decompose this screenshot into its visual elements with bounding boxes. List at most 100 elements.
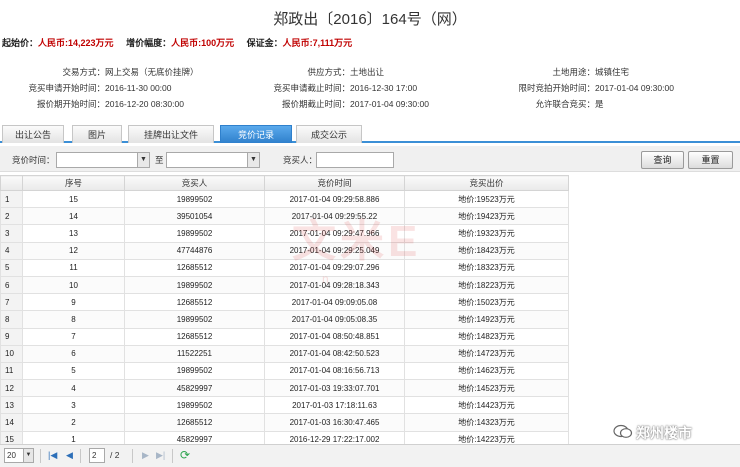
quote-start-value: 2016-12-20 08:30:00 bbox=[105, 99, 184, 109]
table-row: 7 9 12685512 2017-01-04 09:09:05.08 地价:15023… bbox=[0, 293, 569, 312]
trade-mode-label: 交易方式： bbox=[62, 67, 105, 77]
bid-time-cell: 2017-01-04 09:09:05.08 bbox=[264, 293, 405, 312]
bid-time-cell: 2017-01-04 09:28:18.343 bbox=[264, 275, 405, 295]
bid-time-end-select[interactable]: ▼ bbox=[166, 152, 260, 168]
seq-cell: 9 bbox=[22, 293, 125, 312]
land-use-value: 城镇住宅 bbox=[595, 67, 630, 77]
tab-announcement[interactable]: 出让公告 bbox=[2, 125, 64, 143]
bid-time-cell: 2017-01-03 16:30:47.465 bbox=[264, 413, 405, 432]
last-page-icon[interactable]: ▶| bbox=[156, 450, 165, 461]
bid-time-cell: 2017-01-04 09:29:58.886 bbox=[264, 189, 405, 209]
joint-bid-label: 允许联合竞买： bbox=[535, 99, 595, 109]
tab-bar: 出让公告 图片 挂牌出让文件 竞价记录 成交公示 bbox=[0, 124, 740, 143]
bid-price-cell: 地价:19323万元 bbox=[404, 224, 569, 243]
seq-cell: 14 bbox=[22, 207, 125, 226]
joint-bid-value: 是 bbox=[595, 99, 604, 109]
reset-button[interactable]: 重置 bbox=[688, 151, 733, 169]
table-row: 2 14 39501054 2017-01-04 09:29:55.22 地价:1942… bbox=[0, 207, 569, 226]
query-button[interactable]: 查询 bbox=[641, 151, 684, 169]
bidder-cell: 45829997 bbox=[124, 379, 265, 398]
first-page-icon[interactable]: |◀ bbox=[48, 450, 57, 461]
price-summary: 起始价：人民币:14,223万元 增价幅度：人民币:100万元 保证金：人民币:… bbox=[2, 36, 738, 49]
table-row: 5 11 12685512 2017-01-04 09:29:07.296 地价:183… bbox=[0, 258, 569, 277]
table-row: 12 4 45829997 2017-01-03 19:33:07.701 地价:145… bbox=[0, 379, 569, 398]
seq-cell: 2 bbox=[22, 413, 125, 432]
row-number: 11 bbox=[0, 361, 23, 381]
quote-end-label: 报价期截止时间： bbox=[281, 99, 350, 109]
row-number-header bbox=[0, 175, 23, 191]
seq-cell: 8 bbox=[22, 310, 125, 329]
to-label: 至 bbox=[155, 155, 164, 165]
bidder-cell: 19899502 bbox=[124, 361, 265, 381]
seq-cell: 7 bbox=[22, 327, 125, 346]
bid-price-cell: 地价:14723万元 bbox=[404, 344, 569, 363]
bid-price-cell: 地价:18223万元 bbox=[404, 275, 569, 295]
table-row: 6 10 19899502 2017-01-04 09:28:18.343 地价:182… bbox=[0, 275, 569, 295]
prev-page-icon[interactable]: ◀ bbox=[66, 450, 73, 461]
table-row: 4 12 47744876 2017-01-04 09:29:25.049 地价:184… bbox=[0, 241, 569, 260]
deposit-label: 保证金： bbox=[246, 38, 283, 48]
bidder-cell: 12685512 bbox=[124, 413, 265, 432]
bidder-input[interactable] bbox=[316, 152, 394, 168]
bidder-cell: 47744876 bbox=[124, 241, 265, 260]
bid-price-cell: 地价:15023万元 bbox=[404, 293, 569, 312]
bid-price-cell: 地价:14323万元 bbox=[404, 413, 569, 432]
row-number: 1 bbox=[0, 189, 23, 209]
tab-bid-records[interactable]: 竞价记录 bbox=[220, 125, 292, 143]
filter-bar: 竞价时间： ▼ 至 ▼ 竞买人： 查询 重置 bbox=[0, 146, 740, 172]
bidder-label: 竞买人： bbox=[283, 155, 318, 165]
bidder-cell: 19899502 bbox=[124, 224, 265, 243]
bid-price-cell: 地价:14823万元 bbox=[404, 327, 569, 346]
bid-time-start-select[interactable]: ▼ bbox=[56, 152, 150, 168]
row-number: 10 bbox=[0, 344, 23, 363]
chevron-down-icon: ▼ bbox=[137, 153, 149, 167]
row-number: 4 bbox=[0, 241, 23, 260]
tab-deal-publicity[interactable]: 成交公示 bbox=[296, 125, 362, 143]
divider bbox=[132, 449, 133, 463]
bid-price-cell: 地价:14423万元 bbox=[404, 396, 569, 415]
total-pages-text: / 2 bbox=[110, 450, 120, 460]
divider bbox=[40, 449, 41, 463]
table-header-row: 序号 竞买人 竞价时间 竞买出价 bbox=[0, 175, 569, 191]
page-title: 郑政出〔2016〕164号（网） bbox=[273, 11, 467, 28]
bidder-cell: 11522251 bbox=[124, 344, 265, 363]
supply-label: 供应方式： bbox=[307, 67, 350, 77]
bid-time-cell: 2017-01-04 09:05:08.35 bbox=[264, 310, 405, 329]
bid-price-cell: 地价:18323万元 bbox=[404, 258, 569, 277]
bid-price-cell: 地价:19523万元 bbox=[404, 189, 569, 209]
bid-price-cell: 地价:19423万元 bbox=[404, 207, 569, 226]
row-number: 6 bbox=[0, 275, 23, 295]
bidder-cell: 12685512 bbox=[124, 258, 265, 277]
bidder-cell: 19899502 bbox=[124, 310, 265, 329]
timed-start-value: 2017-01-04 09:30:00 bbox=[595, 83, 674, 93]
increment-label: 增价幅度： bbox=[126, 38, 172, 48]
page-number-input[interactable]: 2 bbox=[89, 448, 105, 463]
page-size-select[interactable]: 20 ▼ bbox=[4, 448, 34, 463]
bid-time-label: 竞价时间： bbox=[12, 155, 55, 165]
row-number: 14 bbox=[0, 413, 23, 432]
bidder-cell: 19899502 bbox=[124, 189, 265, 209]
next-page-icon[interactable]: ▶ bbox=[142, 450, 149, 461]
table-row: 1 15 19899502 2017-01-04 09:29:58.886 地价:195… bbox=[0, 189, 569, 209]
pagination-bar: 20 ▼ |◀ ◀ 2 / 2 ▶ ▶| ⟳ bbox=[0, 444, 740, 467]
seq-cell: 5 bbox=[22, 361, 125, 381]
bid-time-cell: 2017-01-04 09:29:55.22 bbox=[264, 207, 405, 226]
start-price-label: 起始价： bbox=[2, 38, 39, 48]
divider bbox=[80, 449, 81, 463]
refresh-icon[interactable]: ⟳ bbox=[180, 448, 190, 462]
seq-cell: 3 bbox=[22, 396, 125, 415]
row-number: 13 bbox=[0, 396, 23, 415]
quote-start-label: 报价期开始时间： bbox=[36, 99, 105, 109]
tab-listing-files[interactable]: 挂牌出让文件 bbox=[128, 125, 214, 143]
bid-price-cell: 地价:14923万元 bbox=[404, 310, 569, 329]
bidder-cell: 39501054 bbox=[124, 207, 265, 226]
deposit-value: 人民币:7,111万元 bbox=[282, 38, 353, 48]
seq-cell: 13 bbox=[22, 224, 125, 243]
tab-images[interactable]: 图片 bbox=[72, 125, 122, 143]
table-row: 10 6 11522251 2017-01-04 08:42:50.523 地价:147… bbox=[0, 344, 569, 363]
chevron-down-icon: ▼ bbox=[247, 153, 259, 167]
bidder-cell: 19899502 bbox=[124, 275, 265, 295]
seq-cell: 11 bbox=[22, 258, 125, 277]
timed-start-label: 限时竞拍开始时间： bbox=[518, 83, 595, 93]
bid-time-cell: 2017-01-04 08:50:48.851 bbox=[264, 327, 405, 346]
